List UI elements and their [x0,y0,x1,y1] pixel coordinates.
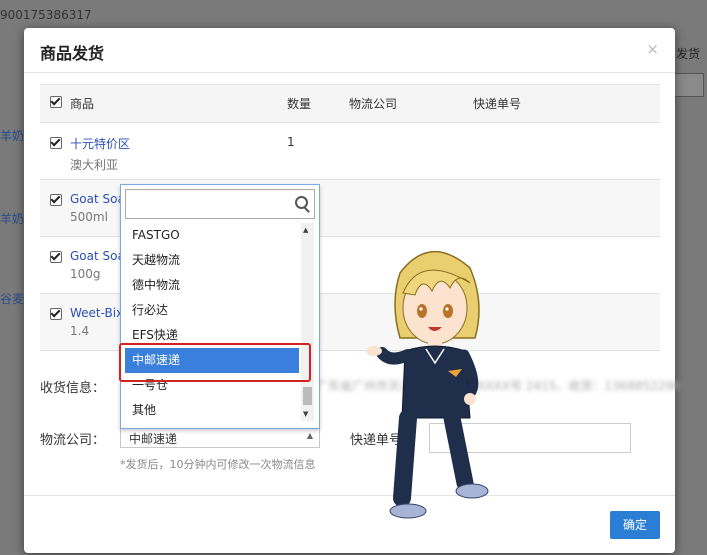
row-checkbox[interactable] [50,251,62,263]
row-checkbox[interactable] [50,308,62,320]
product-spec: 澳大利亚 [70,158,119,172]
selection-highlight-box [119,343,311,382]
dropdown-option[interactable]: 德中物流 [125,273,299,298]
bg-product-link[interactable]: 羊奶 [0,210,24,227]
shipping-company-select[interactable]: 中邮速递 ▲ [120,427,320,448]
row-checkbox[interactable] [50,137,62,149]
select-all-checkbox[interactable] [50,96,62,108]
dropdown-option[interactable]: 其他 [125,398,299,423]
select-all-cell [40,84,70,123]
receiver-label: 收货信息： [40,381,106,396]
row-checkbox[interactable] [50,194,62,206]
scrollbar-thumb[interactable] [303,387,312,405]
scroll-up-icon[interactable]: ▲ [303,226,308,234]
header-tracking: 快递单号 [473,84,660,123]
modal-title: 商品发货 [40,44,105,63]
footer-divider [24,495,675,496]
dropdown-option[interactable]: FASTGO [125,223,299,248]
chevron-up-icon: ▲ [306,431,313,440]
shipping-hint: *发货后，10分钟内可修改一次物流信息 [120,458,316,471]
scroll-down-icon[interactable]: ▼ [303,410,308,418]
dropdown-search-input[interactable] [125,189,315,219]
header-goods: 商品 [70,84,287,123]
dropdown-options: FASTGO 天越物流 德中物流 行必达 EFS快递 中邮速递 一号仓 其他 [125,223,299,423]
dropdown-option[interactable]: 天越物流 [125,248,299,273]
bg-product-link[interactable]: 谷麦 [0,290,24,307]
table-row: 十元特价区澳大利亚 1 [40,122,660,180]
bg-product-link[interactable]: 羊奶 [0,127,24,144]
bg-button[interactable] [672,73,704,97]
search-icon [295,196,308,209]
product-name-link[interactable]: 十元特价区 [70,135,287,152]
dropdown-scrollbar[interactable]: ▲ ▼ [301,223,314,421]
dropdown-option[interactable]: 行必达 [125,298,299,323]
modal-header: 商品发货 × [24,28,675,73]
shipping-company-label: 物流公司： [40,433,106,448]
header-carrier: 物流公司 [349,84,473,123]
shipping-company-value: 中邮速递 [129,432,178,446]
confirm-button[interactable]: 确定 [610,511,660,539]
mascot-illustration [366,251,489,519]
header-qty: 数量 [287,84,349,123]
bg-ship-link[interactable]: 发货 [676,45,700,62]
order-number: 900175386317 [0,8,92,22]
close-icon[interactable]: × [646,40,659,58]
shipping-company-dropdown: FASTGO 天越物流 德中物流 行必达 EFS快递 中邮速递 一号仓 其他 ▲… [120,184,320,429]
product-qty: 1 [287,135,295,149]
table-header-row: 商品 数量 物流公司 快递单号 [40,84,660,123]
